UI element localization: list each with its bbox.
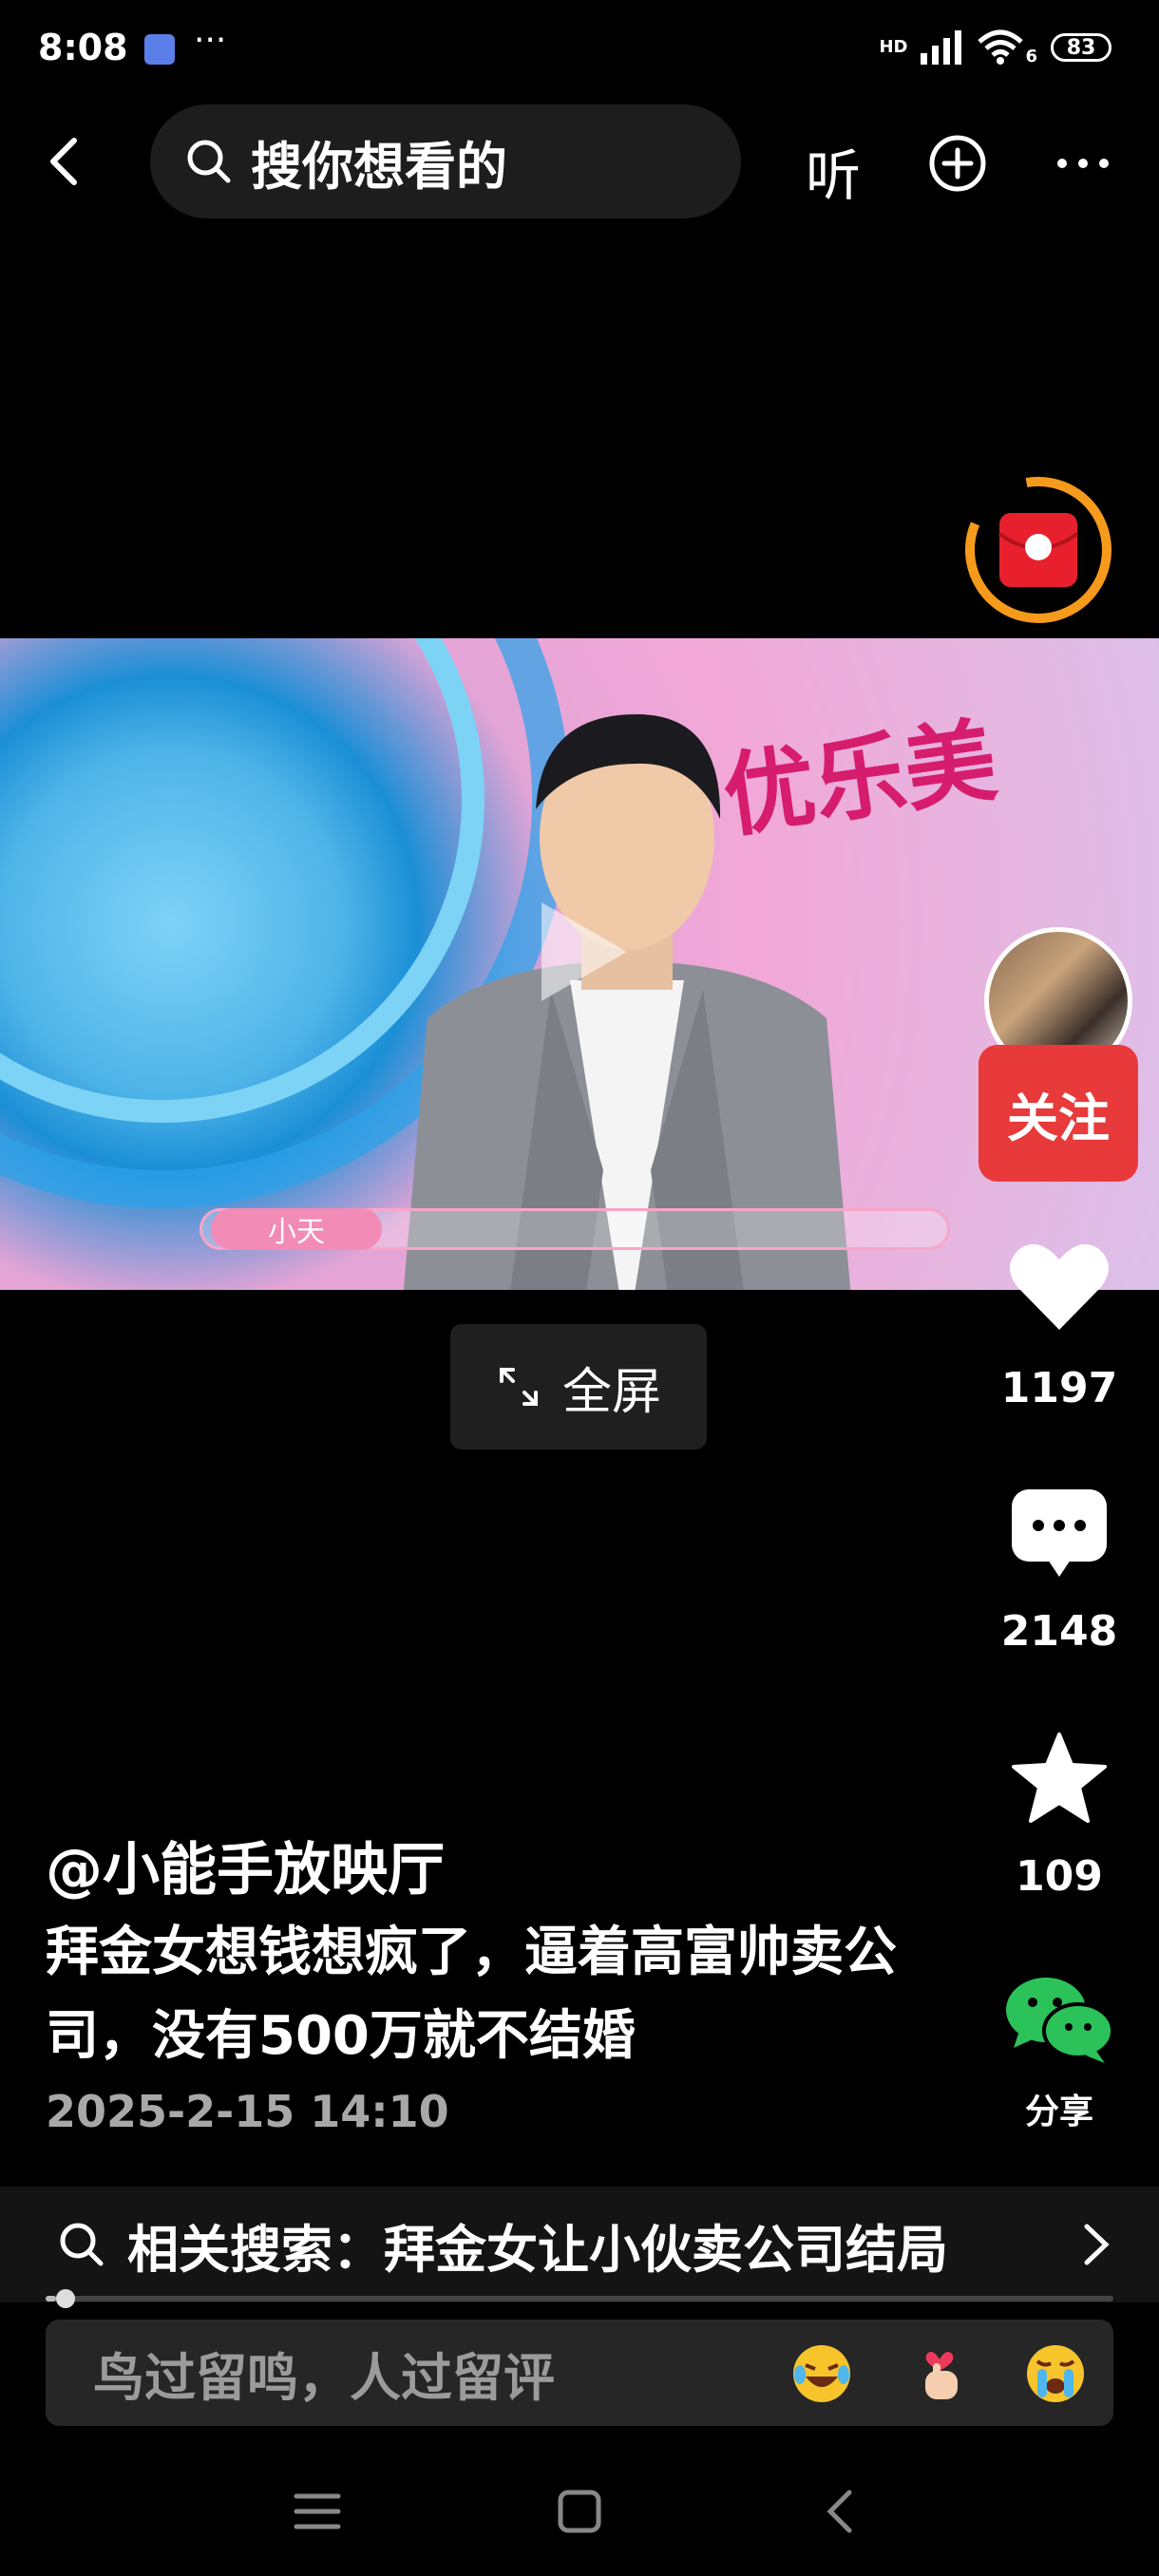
- red-packet-icon[interactable]: [963, 475, 1113, 625]
- play-icon[interactable]: [532, 895, 636, 1009]
- favorite-count: 109: [1016, 1852, 1103, 1901]
- search-placeholder: 搜你想看的: [251, 136, 507, 197]
- network-label: HD: [879, 37, 908, 57]
- wechat-share-icon[interactable]: [1002, 1972, 1116, 2067]
- expand-icon: [499, 1368, 538, 1406]
- top-nav: 搜你想看的 听: [0, 104, 1159, 218]
- listen-button[interactable]: 听: [806, 131, 861, 211]
- share-label: 分享: [1024, 2093, 1093, 2131]
- wifi-badge: 6: [1025, 46, 1037, 66]
- plus-circle-icon[interactable]: [927, 133, 988, 194]
- post-description: 拜金女想钱想疯了，逼着高富帅卖公司，没有500万就不结婚: [46, 1922, 897, 2067]
- more-dots-icon[interactable]: [1053, 133, 1113, 194]
- progress-knob[interactable]: [56, 2289, 76, 2308]
- signal-icon: [921, 30, 962, 65]
- crying-emoji[interactable]: [1024, 2342, 1087, 2405]
- like-group[interactable]: 1197: [969, 1239, 1150, 1412]
- comment-group[interactable]: 2148: [969, 1487, 1150, 1656]
- like-count: 1197: [1000, 1364, 1118, 1412]
- fullscreen-button[interactable]: 全屏: [450, 1324, 707, 1449]
- fullscreen-label: 全屏: [561, 1363, 661, 1421]
- system-back-icon[interactable]: [813, 2483, 870, 2540]
- comment-placeholder: 鸟过留鸣，人过留评: [93, 2347, 555, 2408]
- follow-button[interactable]: 关注: [978, 1045, 1138, 1182]
- playback-progress-bar[interactable]: [46, 2289, 1113, 2308]
- related-search-label: 相关搜索：拜金女让小伙卖公司结局: [127, 2219, 948, 2280]
- back-icon[interactable]: [38, 133, 95, 190]
- share-group[interactable]: 分享: [969, 1972, 1150, 2133]
- baidu-app-icon: [144, 34, 175, 65]
- search-icon: [60, 2223, 104, 2266]
- comment-count: 2148: [1000, 1607, 1118, 1656]
- search-icon: [187, 140, 231, 183]
- comment-input[interactable]: 鸟过留鸣，人过留评: [46, 2320, 1113, 2426]
- system-nav-bar: [0, 2460, 1159, 2576]
- status-bar: 8:08 ··· HD 6 83: [0, 0, 1159, 104]
- chevron-right-icon: [1084, 2224, 1110, 2265]
- star-icon[interactable]: [1010, 1731, 1109, 1826]
- home-icon[interactable]: [551, 2483, 608, 2540]
- finger-heart-emoji[interactable]: [908, 2342, 971, 2405]
- video-player[interactable]: 优乐美 小天: [0, 638, 1159, 1290]
- author-name[interactable]: @小能手放映厅: [46, 1824, 445, 1906]
- heart-icon[interactable]: [1007, 1239, 1112, 1334]
- battery-indicator: 83: [1051, 33, 1112, 62]
- related-search-bar[interactable]: 相关搜索：拜金女让小伙卖公司结局: [0, 2187, 1159, 2302]
- favorite-group[interactable]: 109: [969, 1731, 1150, 1901]
- comment-icon[interactable]: [1010, 1487, 1109, 1579]
- status-more-icon: ···: [194, 21, 227, 60]
- name-tag: 小天: [211, 1208, 382, 1250]
- search-box[interactable]: 搜你想看的: [150, 104, 741, 218]
- post-date: 2025-2-15 14:10: [46, 2086, 449, 2137]
- progress-fill: [46, 2296, 57, 2301]
- laughing-tears-emoji[interactable]: [790, 2342, 853, 2405]
- status-time: 8:08: [38, 27, 128, 68]
- status-indicators: HD 6 83: [879, 28, 1112, 66]
- wifi-icon: [978, 29, 1024, 65]
- menu-icon[interactable]: [289, 2483, 346, 2540]
